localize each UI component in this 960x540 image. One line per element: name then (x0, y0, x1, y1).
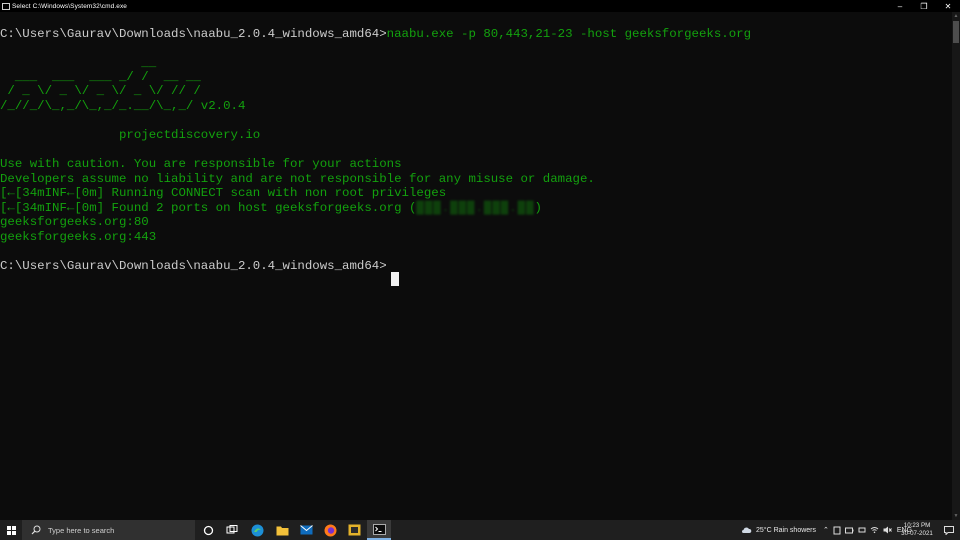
cmd-icon (2, 2, 10, 10)
taskbar-file-explorer[interactable] (270, 520, 294, 540)
window-titlebar[interactable]: Select C:\Windows\System32\cmd.exe – ❐ ✕ (0, 0, 960, 12)
cloud-rain-icon (742, 527, 752, 533)
cortana-button[interactable] (196, 520, 220, 540)
banner-line: / _ \/ _ \/ _ \/ _ \/ // / (0, 84, 201, 98)
sandbox-icon (348, 524, 360, 536)
taskbar-firefox[interactable] (318, 520, 342, 540)
result-line: geeksforgeeks.org:443 (0, 230, 157, 244)
battery-icon[interactable] (844, 527, 854, 534)
command-line: C:\Users\Gaurav\Downloads\naabu_2.0.4_wi… (0, 27, 751, 41)
windows-logo-icon (6, 525, 16, 535)
result-line: geeksforgeeks.org:80 (0, 215, 149, 229)
notification-icon (944, 525, 954, 535)
taskbar-search[interactable]: Type here to search (22, 520, 195, 540)
close-button[interactable]: ✕ (936, 0, 960, 12)
command-text: naabu.exe -p 80,443,21-23 -host geeksfor… (386, 27, 752, 41)
redacted-ip: ███.███.███.██ (416, 201, 535, 215)
folder-icon (276, 526, 288, 535)
taskbar-cmd[interactable] (367, 520, 391, 540)
notifications-button[interactable] (938, 520, 960, 540)
mail-icon (299, 525, 313, 535)
console-area[interactable]: C:\Users\Gaurav\Downloads\naabu_2.0.4_wi… (0, 12, 952, 520)
banner-line: ___ ___ ___ _/ / __ __ (0, 70, 201, 84)
window-title: Select C:\Windows\System32\cmd.exe (12, 2, 128, 10)
volume-mute-icon[interactable] (883, 526, 892, 534)
banner-line: /_//_/\_,_/\_,_/_.__/\_,_/ v2.0.4 (0, 99, 246, 113)
info-prefix: [←[34mINF←[0m] Found 2 ports on host gee… (0, 201, 417, 215)
cmd-app-icon (372, 523, 386, 535)
final-prompt: C:\Users\Gaurav\Downloads\naabu_2.0.4_wi… (0, 259, 387, 273)
search-placeholder: Type here to search (48, 525, 115, 535)
clock-date: 30-07-2021 (901, 530, 933, 537)
edge-icon (251, 524, 263, 536)
task-view-icon (226, 524, 238, 533)
clock[interactable]: 10:23 PM 30-07-2021 (897, 522, 937, 538)
chevron-up-icon[interactable]: ⌃ (823, 526, 829, 534)
task-view-button[interactable] (220, 520, 244, 540)
prompt-path: C:\Users\Gaurav\Downloads\naabu_2.0.4_wi… (0, 259, 387, 273)
wifi-icon[interactable] (870, 526, 879, 534)
firefox-icon (324, 524, 336, 536)
text-cursor (391, 272, 399, 286)
taskbar-edge[interactable] (245, 520, 269, 540)
scroll-up-icon[interactable]: ▲ (952, 12, 960, 20)
cortana-icon (203, 525, 213, 535)
minimize-button[interactable]: – (888, 0, 912, 12)
device-icon[interactable] (833, 526, 841, 535)
search-icon (28, 525, 44, 535)
scroll-down-icon[interactable]: ▼ (952, 512, 960, 520)
scrollbar-thumb[interactable] (953, 21, 959, 43)
weather-widget[interactable]: 25°C Rain showers (741, 520, 816, 540)
caution-line: Use with caution. You are responsible fo… (0, 157, 402, 171)
info-suffix: ) (534, 201, 542, 215)
banner-line: __ (0, 56, 157, 70)
taskbar-mail[interactable] (294, 520, 318, 540)
prompt-path: C:\Users\Gaurav\Downloads\naabu_2.0.4_wi… (0, 27, 387, 41)
vertical-scrollbar[interactable]: ▲ ▼ (952, 12, 960, 520)
taskbar: Type here to search 25°C Rain showers ⌃ … (0, 520, 960, 540)
taskbar-sandbox[interactable] (342, 520, 366, 540)
info-line: [←[34mINF←[0m] Running CONNECT scan with… (0, 186, 447, 200)
weather-text: 25°C Rain showers (756, 526, 816, 534)
site-line: projectdiscovery.io (0, 128, 261, 142)
network-icon[interactable] (858, 526, 866, 534)
start-button[interactable] (0, 520, 22, 540)
info-line: [←[34mINF←[0m] Found 2 ports on host gee… (0, 201, 542, 215)
maximize-button[interactable]: ❐ (912, 0, 936, 12)
clock-time: 10:23 PM (903, 522, 931, 529)
disclaimer-line: Developers assume no liability and are n… (0, 172, 595, 186)
